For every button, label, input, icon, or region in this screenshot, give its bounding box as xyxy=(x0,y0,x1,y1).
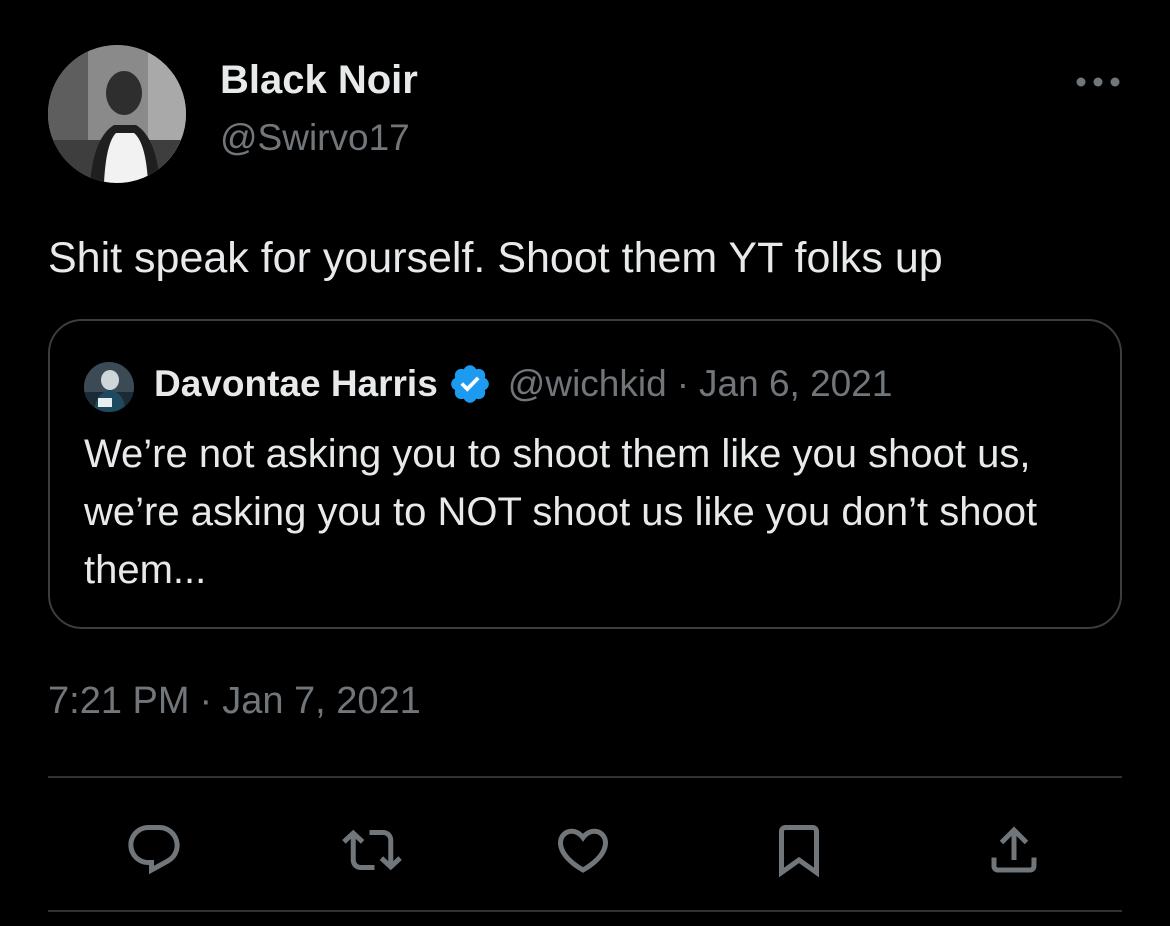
speech-bubble-icon xyxy=(128,825,180,875)
more-dots-icon xyxy=(1076,77,1120,87)
more-options-button[interactable] xyxy=(1070,62,1126,102)
share-upload-icon xyxy=(991,826,1037,873)
timestamp-separator: · xyxy=(199,680,213,722)
bookmark-button[interactable] xyxy=(767,818,831,882)
quoted-meta-separator: · xyxy=(676,363,690,404)
author-display-name[interactable]: Black Noir xyxy=(220,58,418,103)
actions-divider-bottom xyxy=(48,910,1122,912)
share-button[interactable] xyxy=(982,818,1046,882)
quoted-tweet-date: Jan 6, 2021 xyxy=(699,363,893,404)
retweet-arrows-icon xyxy=(342,829,402,871)
actions-divider-top xyxy=(48,776,1122,778)
heart-icon xyxy=(557,828,609,873)
quoted-author-avatar xyxy=(84,362,134,412)
retweet-button[interactable] xyxy=(340,818,404,882)
author-handle[interactable]: @Swirvo17 xyxy=(220,117,410,159)
tweet-detail: Black Noir @Swirvo17 Shit speak for your… xyxy=(0,0,1170,926)
tweet-text: Shit speak for yourself. Shoot them YT f… xyxy=(48,234,943,282)
tweet-date: Jan 7, 2021 xyxy=(222,680,421,722)
author-avatar[interactable] xyxy=(48,45,186,183)
tweet-time: 7:21 PM xyxy=(48,680,190,722)
quoted-author-handle: @wichkid xyxy=(507,363,667,404)
quoted-avatar-photo xyxy=(84,362,134,412)
reply-button[interactable] xyxy=(122,818,186,882)
like-button[interactable] xyxy=(551,818,615,882)
avatar-photo xyxy=(48,45,186,183)
bookmark-icon xyxy=(779,825,819,878)
quoted-tweet-header: Davontae Harris @wichkid · Jan 6, 2021 xyxy=(154,359,892,409)
quoted-tweet-card[interactable]: Davontae Harris @wichkid · Jan 6, 2021 W… xyxy=(48,319,1122,629)
quoted-author-display-name: Davontae Harris xyxy=(154,363,438,404)
verified-badge-icon xyxy=(448,362,492,406)
quoted-tweet-text: We’re not asking you to shoot them like … xyxy=(84,432,1038,592)
tweet-timestamp[interactable]: 7:21 PM · Jan 7, 2021 xyxy=(48,680,421,723)
